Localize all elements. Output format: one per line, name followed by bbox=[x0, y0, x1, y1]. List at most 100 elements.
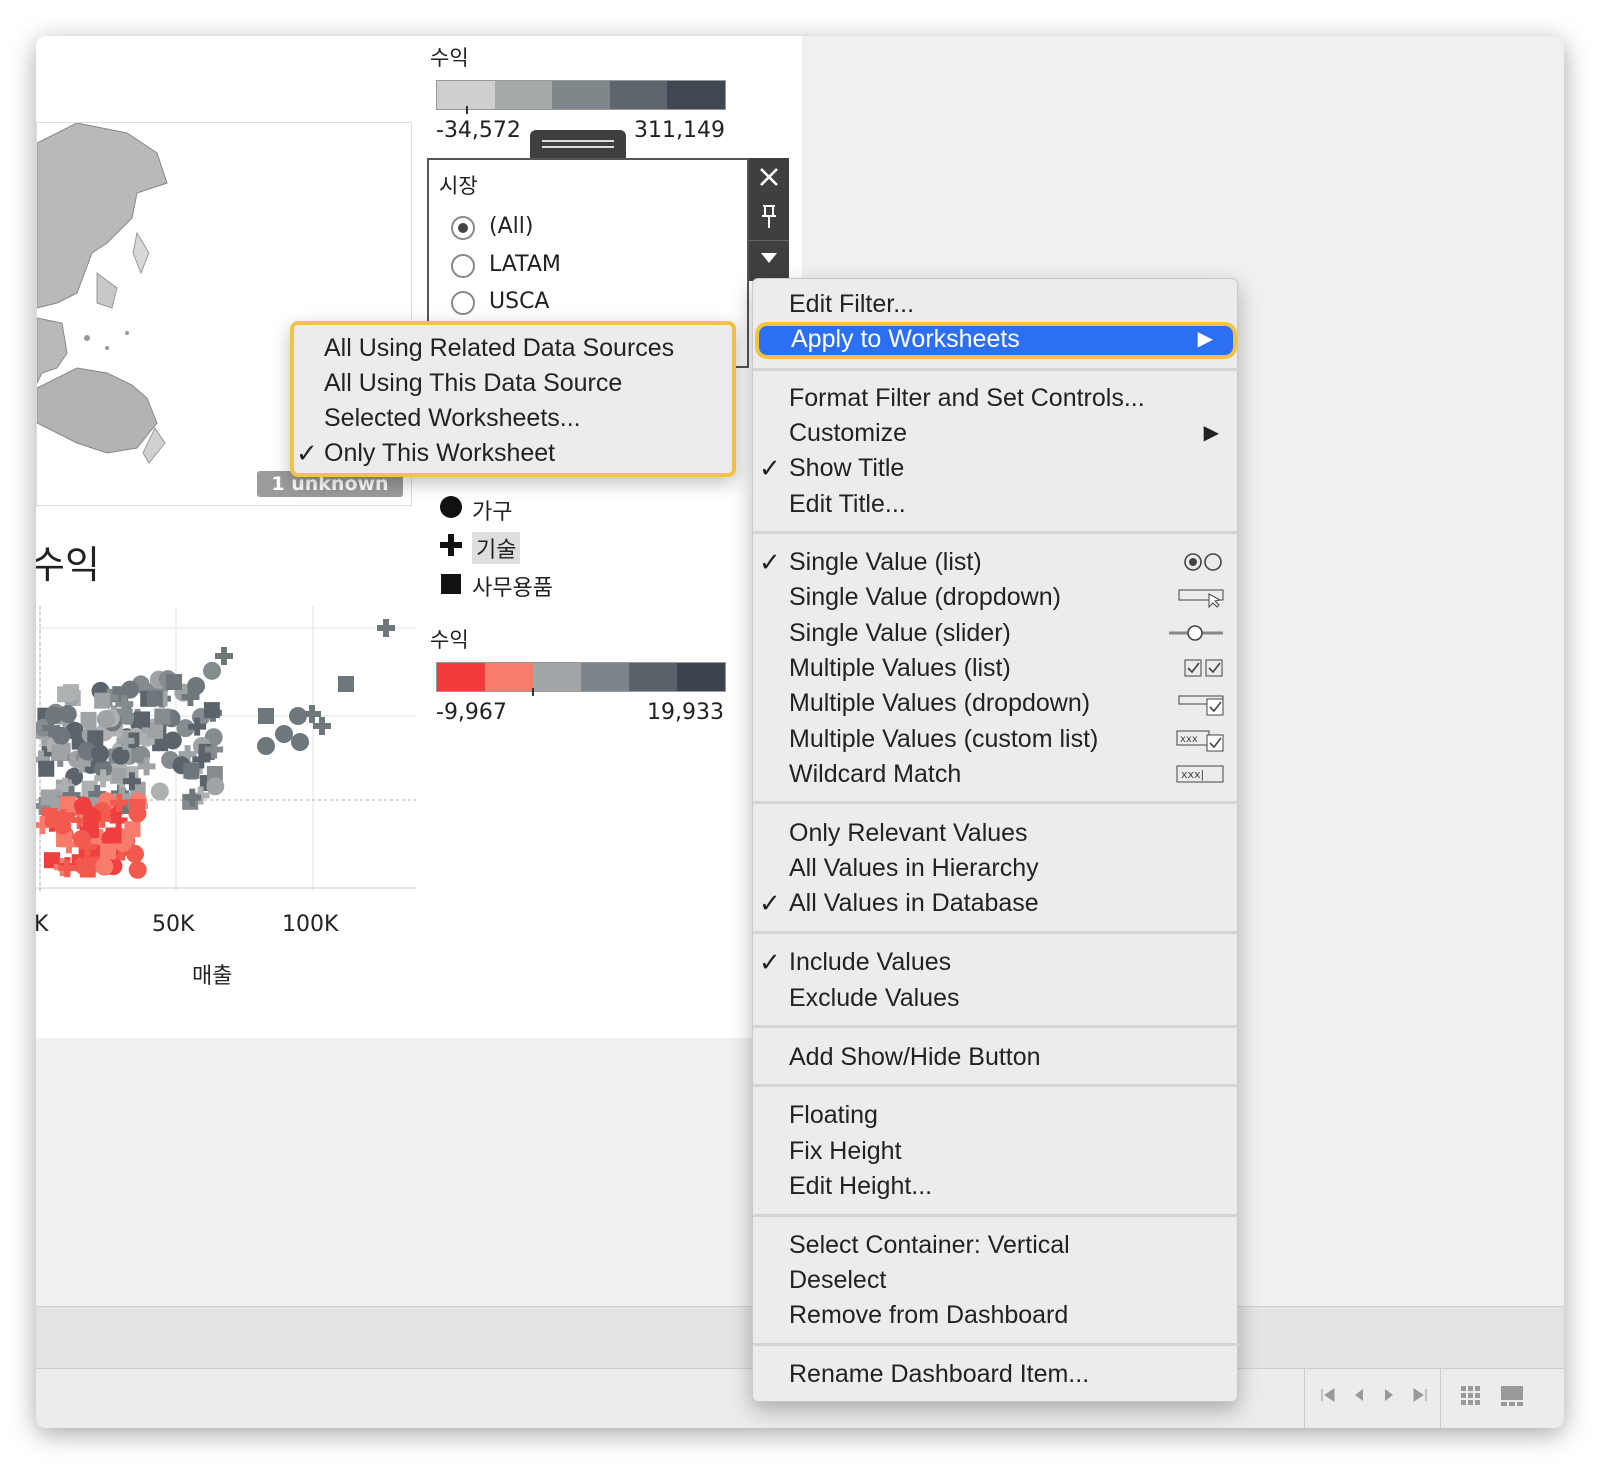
menu-item-all-hierarchy[interactable]: All Values in Hierarchy bbox=[753, 851, 1239, 886]
scatter-point[interactable] bbox=[257, 737, 275, 755]
menu-item-fix-height[interactable]: Fix Height bbox=[753, 1134, 1239, 1169]
menu-item-multi-list[interactable]: Multiple Values (list) bbox=[753, 651, 1239, 686]
tableau-window: 1 unknown 수익 -34,572 311,149 시장 (All) LA… bbox=[36, 36, 1564, 1428]
menu-item-floating[interactable]: Floating bbox=[753, 1098, 1239, 1133]
radio-latam[interactable] bbox=[451, 254, 475, 278]
submenu-arrow-icon: ▶ bbox=[1197, 328, 1213, 350]
menu-item-customize[interactable]: Customize ▶ bbox=[753, 416, 1239, 451]
scatter-point[interactable] bbox=[124, 821, 141, 838]
profit-legend-title-2: 수익 bbox=[430, 628, 469, 652]
scatter-point[interactable] bbox=[128, 804, 147, 823]
menu-item-label: Show Title bbox=[789, 454, 905, 482]
dropdown-arrow-icon[interactable] bbox=[760, 252, 778, 264]
menu-item-this-source[interactable]: All Using This Data Source bbox=[294, 366, 622, 401]
filmstrip-view-icon[interactable] bbox=[1500, 1385, 1524, 1407]
drag-handle[interactable] bbox=[530, 130, 626, 158]
scatter-point[interactable] bbox=[187, 677, 205, 695]
scatter-point[interactable] bbox=[80, 711, 97, 728]
scatter-point[interactable] bbox=[52, 726, 71, 745]
scatter-point[interactable] bbox=[128, 860, 147, 879]
close-icon[interactable] bbox=[758, 166, 780, 188]
menu-item-multi-custom[interactable]: Multiple Values (custom list) xxx bbox=[753, 722, 1239, 757]
scatter-point[interactable] bbox=[40, 789, 57, 806]
scatter-point[interactable] bbox=[183, 762, 200, 779]
menu-item-all-database[interactable]: ✓ All Values in Database bbox=[753, 886, 1239, 921]
scatter-point[interactable] bbox=[134, 711, 151, 728]
last-page-icon[interactable] bbox=[1412, 1387, 1428, 1403]
menu-item-select-container[interactable]: Select Container: Vertical bbox=[753, 1228, 1239, 1263]
scatter-plot[interactable] bbox=[36, 606, 416, 896]
scatter-point[interactable] bbox=[215, 647, 233, 665]
menu-item-selected-worksheets[interactable]: Selected Worksheets... bbox=[294, 401, 581, 436]
scatter-point[interactable] bbox=[44, 706, 63, 725]
radio-usca[interactable] bbox=[451, 291, 475, 315]
profit-color-ramp-2[interactable] bbox=[436, 662, 726, 692]
menu-item-format-filter[interactable]: Format Filter and Set Controls... bbox=[753, 381, 1239, 416]
menu-item-related-sources[interactable]: All Using Related Data Sources bbox=[294, 331, 674, 366]
scatter-point[interactable] bbox=[202, 661, 221, 680]
menu-item-apply-to-worksheets[interactable]: Apply to Worksheets ▶ bbox=[755, 322, 1237, 359]
scatter-point[interactable] bbox=[38, 760, 55, 777]
next-page-icon[interactable] bbox=[1382, 1387, 1396, 1403]
scatter-point[interactable] bbox=[146, 690, 163, 707]
scatter-point[interactable] bbox=[45, 811, 62, 828]
scatter-point[interactable] bbox=[73, 796, 92, 815]
menu-item-label: Multiple Values (dropdown) bbox=[789, 689, 1091, 717]
filter-control-strip bbox=[749, 158, 789, 281]
radio-all[interactable] bbox=[451, 216, 475, 240]
menu-item-multi-dropdown[interactable]: Multiple Values (dropdown) bbox=[753, 686, 1239, 721]
menu-item-only-this-worksheet[interactable]: ✓ Only This Worksheet bbox=[294, 436, 555, 471]
menu-separator bbox=[753, 1343, 1239, 1346]
menu-item-single-slider[interactable]: Single Value (slider) bbox=[753, 616, 1239, 651]
menu-item-wildcard[interactable]: Wildcard Match xxx| bbox=[753, 757, 1239, 792]
grid-view-icon[interactable] bbox=[1460, 1385, 1482, 1407]
scatter-point[interactable] bbox=[166, 674, 182, 690]
scatter-point[interactable] bbox=[203, 702, 220, 719]
legend-min-value-2: -9,967 bbox=[436, 700, 507, 725]
menu-item-add-show-hide[interactable]: Add Show/Hide Button bbox=[753, 1040, 1239, 1075]
scatter-point[interactable] bbox=[206, 777, 225, 796]
first-page-icon[interactable] bbox=[1320, 1387, 1336, 1403]
menu-item-edit-filter[interactable]: Edit Filter... bbox=[753, 287, 1239, 322]
menu-item-edit-title[interactable]: Edit Title... bbox=[753, 487, 1239, 522]
checkmark-icon: ✓ bbox=[759, 947, 781, 977]
menu-item-single-dropdown[interactable]: Single Value (dropdown) bbox=[753, 580, 1239, 615]
menu-item-single-list[interactable]: ✓ Single Value (list) bbox=[753, 545, 1239, 580]
radio-list-icon bbox=[1184, 553, 1222, 571]
scatter-point[interactable] bbox=[338, 676, 354, 692]
menu-item-label: Apply to Worksheets bbox=[791, 325, 1020, 353]
scatter-point[interactable] bbox=[154, 708, 171, 725]
prev-page-icon[interactable] bbox=[1352, 1387, 1366, 1403]
scatter-point[interactable] bbox=[313, 717, 331, 735]
scatter-point[interactable] bbox=[291, 733, 309, 751]
radio-label-usca: USCA bbox=[489, 289, 550, 314]
menu-item-remove[interactable]: Remove from Dashboard bbox=[753, 1298, 1239, 1333]
scatter-point[interactable] bbox=[150, 782, 169, 801]
profit-color-ramp[interactable] bbox=[436, 80, 726, 110]
scatter-point[interactable] bbox=[57, 686, 74, 703]
menu-item-exclude-values[interactable]: Exclude Values bbox=[753, 981, 1239, 1016]
menu-item-deselect[interactable]: Deselect bbox=[753, 1263, 1239, 1298]
menu-item-include-values[interactable]: ✓ Include Values bbox=[753, 945, 1239, 980]
checkbox-list-icon bbox=[1184, 659, 1223, 677]
pin-icon[interactable] bbox=[759, 204, 779, 230]
x-tick-label: 0K bbox=[36, 912, 49, 937]
wildcard-icon: xxx| bbox=[1176, 765, 1224, 783]
menu-item-only-relevant[interactable]: Only Relevant Values bbox=[753, 816, 1239, 851]
scatter-point[interactable] bbox=[96, 710, 115, 729]
menu-item-rename[interactable]: Rename Dashboard Item... bbox=[753, 1357, 1239, 1392]
x-tick-label: 100K bbox=[282, 912, 339, 937]
scatter-point[interactable] bbox=[51, 744, 68, 761]
menu-item-label: Single Value (slider) bbox=[789, 619, 1011, 647]
menu-item-show-title[interactable]: ✓ Show Title bbox=[753, 451, 1239, 486]
scatter-point[interactable] bbox=[377, 619, 395, 637]
scatter-point[interactable] bbox=[258, 708, 274, 724]
scatter-point[interactable] bbox=[94, 692, 111, 709]
menu-item-edit-height[interactable]: Edit Height... bbox=[753, 1169, 1239, 1204]
scatter-point[interactable] bbox=[99, 843, 116, 860]
scatter-point[interactable] bbox=[105, 827, 122, 844]
scatter-point[interactable] bbox=[91, 744, 110, 763]
scatter-point[interactable] bbox=[95, 857, 114, 876]
scatter-point[interactable] bbox=[275, 725, 293, 743]
control-divider bbox=[749, 240, 789, 241]
